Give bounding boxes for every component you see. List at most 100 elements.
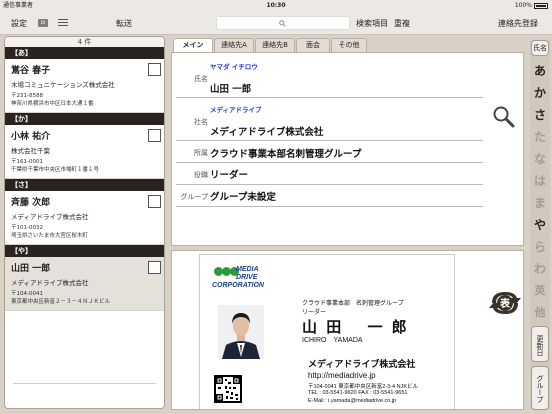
tab-contact-b[interactable]: 連絡先B: [255, 38, 295, 52]
card-roman-name: ICHIRO YAMADA: [302, 337, 363, 344]
company-kana[interactable]: メディアドライブ: [210, 104, 262, 114]
index-kana-wa[interactable]: わ: [531, 260, 549, 277]
title-label: 役職: [194, 171, 208, 179]
list-item[interactable]: 小林 祐介 株式会社千葉 〒161-0001 千葉県千葉市中央区市場町１番１号: [5, 125, 164, 179]
status-bar: 通信事業者 10:30 100%: [0, 0, 552, 11]
index-kana-ta[interactable]: た: [531, 128, 549, 145]
section-header-ka: 【か】: [5, 113, 164, 125]
contact-name: 斉藤 次郎: [11, 198, 51, 208]
flip-card-button[interactable]: 表: [488, 288, 522, 318]
magnifier-icon[interactable]: [492, 105, 516, 129]
search-item-button[interactable]: 検索項目: [356, 18, 388, 29]
list-item-selected[interactable]: 山田 一郎 メディアドライブ株式会社 〒104-0041 東京都中央区新富２－３－…: [5, 257, 164, 311]
name-value[interactable]: 山田 一郎: [210, 81, 251, 95]
battery-icon: [534, 2, 548, 9]
clock: 10:30: [266, 2, 286, 9]
person-photo: [218, 305, 264, 359]
tab-contact-a[interactable]: 連絡先A: [214, 38, 254, 52]
card-email: E-Mail : i.yamada@mediadrive.co.jp: [308, 398, 397, 404]
contact-address: 〒104-0041 東京都中央区新富２－３－４ＮＪＫビル: [11, 291, 111, 305]
contact-list: 4 件 【あ】 鴬谷 春子 木場コミュニケーションズ株式会社 〒231-8588…: [4, 36, 165, 409]
group-value[interactable]: グループ未設定: [210, 189, 276, 203]
toolbar: 設定 Dt 転送 検索項目 重複 連絡先登録: [0, 11, 552, 35]
search-input[interactable]: [216, 16, 350, 30]
logo-text-line: CORPORATION: [212, 282, 264, 289]
contact-name: 山田 一郎: [11, 264, 51, 274]
section-header-sa: 【さ】: [5, 179, 164, 191]
contact-name: 鴬谷 春子: [11, 66, 51, 76]
section-header-a: 【あ】: [5, 47, 164, 59]
select-checkbox[interactable]: [148, 129, 161, 142]
card-company-name: メディアドライブ株式会社: [308, 359, 416, 369]
contact-company: 株式会社千葉: [11, 147, 50, 155]
index-english[interactable]: 英: [531, 282, 549, 298]
index-sort-updated[interactable]: 更新日: [531, 326, 549, 362]
divider: [176, 97, 483, 98]
company-value[interactable]: メディアドライブ株式会社: [210, 124, 323, 138]
title-value[interactable]: リーダー: [210, 167, 248, 181]
settings-button[interactable]: 設定: [11, 18, 27, 29]
business-card-view: MEDIA DRIVE CORPORATION クラウド事業本部 名刺管理グルー…: [171, 250, 524, 410]
card-address: 〒104-0041 東京都中央区新富2-3-4 NJKビル: [308, 384, 419, 390]
qr-code: [214, 375, 242, 403]
name-label: 氏名: [194, 75, 208, 83]
tab-meeting[interactable]: 面会: [296, 38, 330, 52]
dept-value[interactable]: クラウド事業本部名刺管理グループ: [210, 146, 361, 160]
select-checkbox[interactable]: [148, 261, 161, 274]
index-kana-na[interactable]: な: [531, 150, 549, 167]
group-label: グループ: [180, 193, 208, 201]
card-url: http://mediadrive.jp: [308, 371, 376, 380]
index-kana-ya[interactable]: や: [531, 216, 549, 233]
card-title: リーダー: [302, 310, 327, 316]
divider: [176, 206, 483, 207]
card-person-name: 山 田 一 郎: [302, 318, 409, 336]
transfer-button[interactable]: 転送: [116, 18, 132, 29]
contact-company: 木場コミュニケーションズ株式会社: [11, 81, 115, 89]
flip-label: 表: [499, 297, 511, 310]
detail-form: 氏名 ヤマダ イチロウ 山田 一郎 社名 メディアドライブ メディアドライブ株式…: [171, 52, 524, 246]
divider: [176, 162, 483, 163]
index-kana-ra[interactable]: ら: [531, 238, 549, 255]
logo-text-line: MEDIA: [236, 266, 259, 273]
list-menu-icon[interactable]: [58, 19, 68, 27]
divider: [176, 140, 483, 141]
contact-address: 〒101-0032 埼玉県さいたま市大宮区桜木町: [11, 225, 88, 239]
business-card-image: MEDIA DRIVE CORPORATION クラウド事業本部 名刺管理グルー…: [199, 254, 455, 409]
select-checkbox[interactable]: [148, 63, 161, 76]
index-sort-group[interactable]: グループ: [531, 366, 549, 410]
index-kana-ma[interactable]: ま: [531, 194, 549, 211]
register-contact-button[interactable]: 連絡先登録: [498, 18, 538, 29]
logo-text-line: DRIVE: [236, 274, 258, 281]
name-kana[interactable]: ヤマダ イチロウ: [210, 61, 258, 71]
contact-address: 〒231-8588 神奈川県横浜市中区日本大通１番: [11, 93, 94, 107]
index-kana-ha[interactable]: は: [531, 172, 549, 189]
result-count: 4 件: [5, 37, 164, 47]
contact-company: メディアドライブ株式会社: [11, 279, 89, 287]
dept-label: 所属: [194, 149, 208, 157]
search-icon: [279, 20, 286, 27]
kana-index-bar: 氏名 あ か さ た な は ま や ら わ 英 他 更新日 グループ: [530, 40, 550, 410]
battery-indicator: 100%: [515, 0, 548, 11]
index-kana-a[interactable]: あ: [531, 62, 549, 79]
list-divider: [13, 383, 156, 384]
index-kana-sa[interactable]: さ: [531, 106, 549, 123]
section-header-ya: 【や】: [5, 245, 164, 257]
contact-company: メディアドライブ株式会社: [11, 213, 89, 221]
battery-percent: 100%: [514, 2, 532, 9]
contact-name: 小林 祐介: [11, 132, 51, 142]
list-item[interactable]: 鴬谷 春子 木場コミュニケーションズ株式会社 〒231-8588 神奈川県横浜市中…: [5, 59, 164, 113]
list-item[interactable]: 斉藤 次郎 メディアドライブ株式会社 〒101-0032 埼玉県さいたま市大宮区桜…: [5, 191, 164, 245]
tab-other[interactable]: その他: [331, 38, 367, 52]
index-other[interactable]: 他: [531, 304, 549, 320]
index-kana-ka[interactable]: か: [531, 84, 549, 101]
duplicate-button[interactable]: 重複: [394, 18, 410, 29]
contact-address: 〒161-0001 千葉県千葉市中央区市場町１番１号: [11, 159, 100, 173]
card-phone-fax: TEL : 03-5541-9620 FAX : 03-5541-9651: [308, 390, 408, 396]
tab-main[interactable]: メイン: [173, 38, 213, 52]
company-label: 社名: [194, 118, 208, 126]
index-sort-name[interactable]: 氏名: [531, 40, 549, 56]
select-checkbox[interactable]: [148, 195, 161, 208]
dt-button[interactable]: Dt: [38, 19, 48, 27]
card-department: クラウド事業本部 名刺管理グループ: [302, 301, 404, 307]
divider: [176, 184, 483, 185]
